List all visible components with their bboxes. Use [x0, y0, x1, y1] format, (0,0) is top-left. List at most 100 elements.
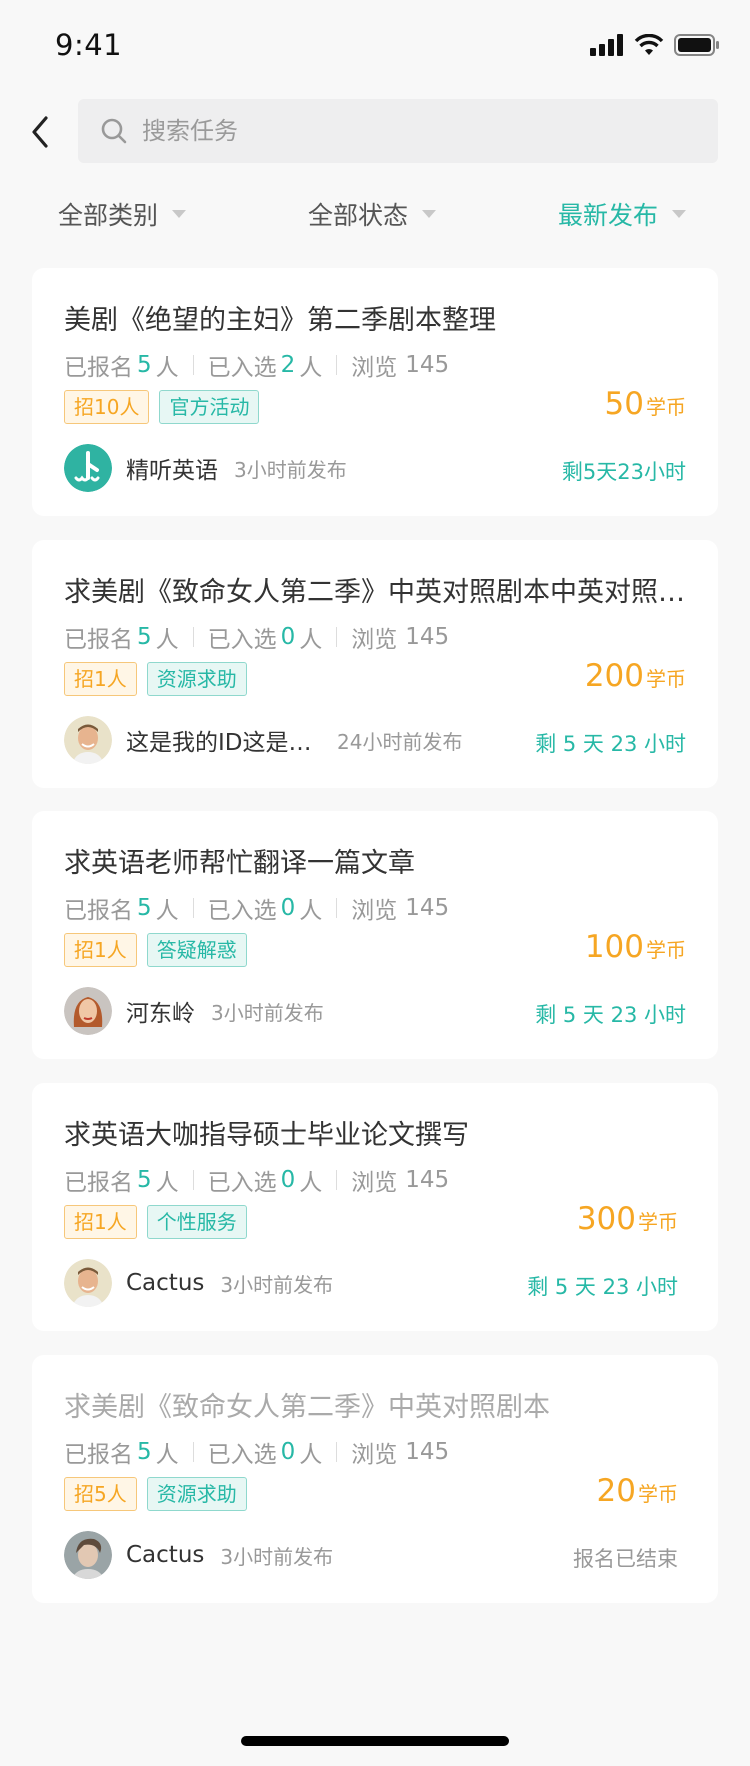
views-label: 浏览 [351, 1442, 398, 1468]
task-card[interactable]: 求英语大咖指导硕士毕业论文撰写 已报名 5 人 已入选 0 人 浏览 145 招1人 个性… [32, 1083, 718, 1331]
views-count: 145 [405, 1439, 450, 1465]
status-time: 9:41 [55, 28, 123, 62]
task-tags: 招10人 官方活动 [64, 390, 260, 424]
category-tag: 答疑解惑 [146, 933, 247, 967]
search-bar[interactable] [78, 99, 718, 163]
views-label: 浏览 [351, 627, 398, 653]
signed-count: 5 [137, 895, 152, 921]
signed-label: 已报名 [64, 627, 133, 653]
status-icons [590, 34, 720, 56]
divider [192, 355, 194, 375]
filter-category-label: 全部类别 [58, 201, 159, 230]
user-avatar[interactable] [64, 1531, 112, 1579]
recruit-tag: 招1人 [64, 1205, 137, 1239]
selected-count: 0 [280, 895, 296, 921]
filter-sort[interactable]: 最新发布 [558, 196, 687, 232]
reward-amount: 100 [584, 929, 644, 965]
reward: 20 学币 [597, 1473, 678, 1509]
search-input[interactable] [142, 117, 642, 145]
wifi-icon [634, 34, 664, 55]
divider [336, 355, 338, 375]
filter-category[interactable]: 全部类别 [58, 196, 187, 232]
filter-status[interactable]: 全部状态 [308, 196, 437, 232]
signed-count: 5 [137, 1439, 152, 1465]
selected-count: 0 [280, 1439, 296, 1465]
time-remaining: 剩 5 天 23 小时 [527, 1275, 678, 1299]
task-card[interactable]: 求美剧《致命女人第二季》中英对照剧本中英对照剧本 已报名 5 人 已入选 0 人 浏览 1… [32, 540, 718, 788]
person-icon [64, 987, 112, 1035]
filter-status-label: 全部状态 [308, 201, 409, 230]
task-title: 求美剧《致命女人第二季》中英对照剧本 [64, 1392, 550, 1423]
reward: 50 学币 [605, 386, 686, 422]
filter-bar: 全部类别 全部状态 最新发布 [0, 196, 750, 236]
battery-icon [674, 34, 719, 56]
task-stats: 已报名 5 人 已入选 0 人 浏览 145 [64, 620, 449, 654]
user-avatar[interactable] [64, 987, 112, 1035]
author-name[interactable]: Cactus [126, 1270, 204, 1296]
time-remaining: 剩 5 天 23 小时 [535, 732, 686, 756]
task-card[interactable]: 美剧《绝望的主妇》第二季剧本整理 已报名 5 人 已入选 2 人 浏览 145 招10人 … [32, 268, 718, 516]
task-card[interactable]: 求美剧《致命女人第二季》中英对照剧本 已报名 5 人 已入选 0 人 浏览 145 招5人… [32, 1355, 718, 1603]
post-time: 3小时前发布 [234, 457, 347, 482]
signed-count: 5 [137, 1167, 152, 1193]
selected-label: 已入选 [207, 1442, 277, 1468]
divider [192, 1442, 194, 1462]
caret-down-icon [672, 210, 687, 218]
task-card[interactable]: 求英语老师帮忙翻译一篇文章 已报名 5 人 已入选 0 人 浏览 145 招1人 答疑解惑… [32, 811, 718, 1059]
views-label: 浏览 [351, 1170, 398, 1196]
author: 精听英语 3小时前发布 [64, 444, 347, 492]
post-time: 3小时前发布 [211, 1000, 324, 1025]
reward-amount: 200 [584, 658, 644, 694]
author-name[interactable]: 河东岭 [126, 994, 195, 1028]
category-tag: 资源求助 [146, 1477, 247, 1511]
signed-unit: 人 [155, 355, 179, 381]
views-label: 浏览 [351, 898, 398, 924]
divider [336, 1442, 338, 1462]
home-indicator[interactable] [241, 1736, 509, 1746]
category-tag: 资源求助 [146, 662, 247, 696]
signed-count: 5 [137, 352, 152, 378]
reward: 200 学币 [585, 658, 686, 694]
time-remaining: 剩 5 天 23 小时 [535, 1003, 686, 1027]
author: Cactus 3小时前发布 [64, 1259, 333, 1307]
reward-unit: 学币 [638, 1210, 678, 1234]
author-name[interactable]: 精听英语 [126, 451, 218, 485]
signed-unit: 人 [155, 627, 179, 653]
selected-unit: 人 [299, 1442, 323, 1468]
user-avatar[interactable] [64, 716, 112, 764]
person-icon [64, 716, 112, 764]
views-label: 浏览 [351, 355, 398, 381]
user-avatar[interactable] [64, 1259, 112, 1307]
logo-avatar[interactable] [64, 444, 112, 492]
caret-down-icon [422, 210, 437, 218]
selected-label: 已入选 [207, 627, 277, 653]
reward-unit: 学币 [646, 938, 686, 962]
reward-unit: 学币 [638, 1482, 678, 1506]
registration-closed: 报名已结束 [573, 1547, 678, 1571]
reward-amount: 300 [576, 1201, 636, 1237]
search-icon [101, 118, 127, 144]
divider [192, 1170, 194, 1190]
person-icon [64, 1531, 112, 1579]
signed-label: 已报名 [64, 1170, 133, 1196]
author-name[interactable]: Cactus [126, 1542, 204, 1568]
post-time: 24小时前发布 [337, 729, 463, 754]
recruit-tag: 招1人 [64, 662, 137, 696]
divider [336, 627, 338, 647]
recruit-tag: 招5人 [64, 1477, 137, 1511]
author-name[interactable]: 这是我的ID这是我的ID [126, 723, 321, 757]
reward-amount: 50 [604, 386, 644, 422]
reward: 100 学币 [585, 929, 686, 965]
post-time: 3小时前发布 [220, 1272, 334, 1297]
signed-unit: 人 [155, 1442, 179, 1468]
reward-unit: 学币 [646, 395, 686, 419]
reward: 300 学币 [577, 1201, 678, 1237]
category-tag: 官方活动 [159, 390, 260, 424]
selected-unit: 人 [299, 627, 323, 653]
selected-unit: 人 [299, 355, 323, 381]
task-tags: 招1人 答疑解惑 [64, 933, 247, 967]
back-icon[interactable] [26, 112, 56, 152]
caret-down-icon [172, 210, 187, 218]
task-tags: 招1人 个性服务 [64, 1205, 247, 1239]
selected-count: 0 [280, 1167, 296, 1193]
